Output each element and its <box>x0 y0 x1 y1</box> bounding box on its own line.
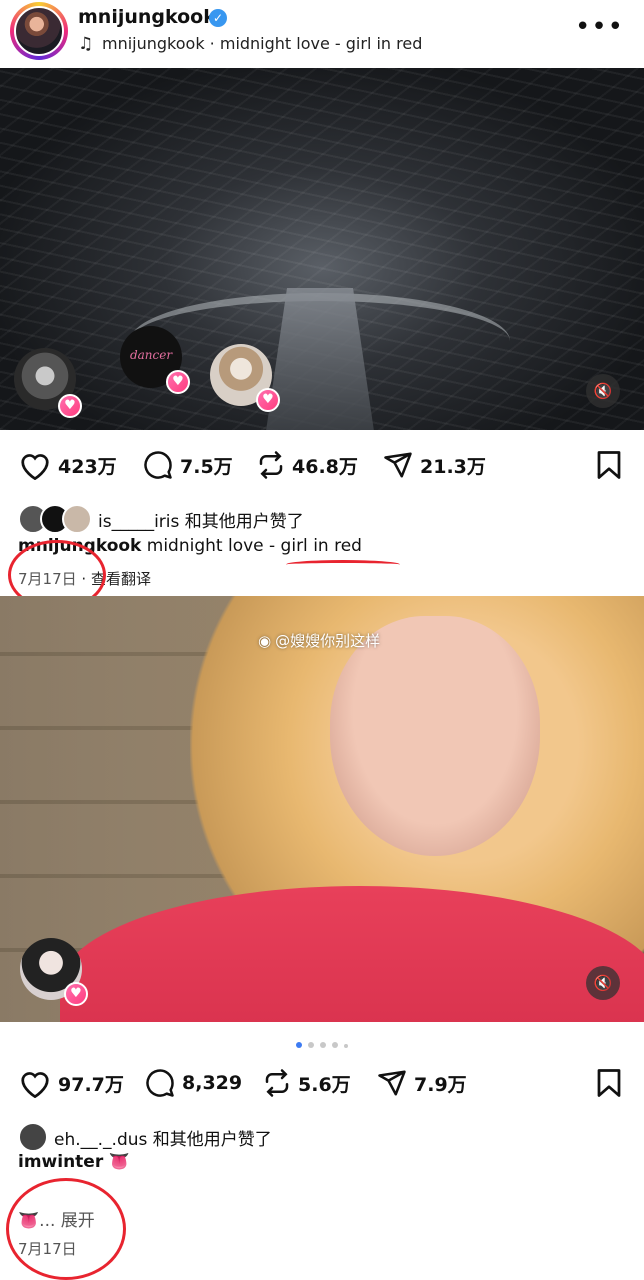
comment-button[interactable]: 8,329 <box>144 1068 242 1098</box>
mute-icon[interactable]: 🔇 <box>586 374 620 408</box>
music-note-icon: ♫ <box>78 34 94 54</box>
heart-badge-icon: ♥ <box>64 982 88 1006</box>
mute-icon[interactable]: 🔇 <box>586 966 620 1000</box>
like-button[interactable]: 423万 <box>18 450 117 480</box>
repost-button[interactable]: 46.8万 <box>256 450 358 480</box>
liker-avatar <box>62 504 92 534</box>
audio-label: mnijungkook · midnight love - girl in re… <box>102 34 423 53</box>
annotation-underline <box>286 560 400 569</box>
post2-caption: imwinter 👅 <box>18 1152 130 1172</box>
caption-text: midnight love - girl in red <box>146 536 362 556</box>
more-options-icon[interactable]: ••• <box>575 14 624 40</box>
comment-button[interactable]: 7.5万 <box>142 450 233 480</box>
post-header: mnijungkook ✓ ♫ mnijungkook · midnight lo… <box>0 0 644 66</box>
repost-button[interactable]: 5.6万 <box>262 1068 351 1098</box>
share-button[interactable]: 7.9万 <box>376 1068 467 1098</box>
liker-avatar <box>18 1122 48 1152</box>
post2-action-bar: 97.7万 8,329 5.6万 7.9万 <box>0 1064 644 1114</box>
post2-liked-by[interactable]: eh.__._.dus 和其他用户赞了 <box>18 1122 272 1152</box>
repost-count: 46.8万 <box>292 455 358 478</box>
heart-icon <box>21 1072 49 1098</box>
like-button[interactable]: 97.7万 <box>18 1068 124 1098</box>
bookmark-icon <box>597 451 621 479</box>
profile-avatar[interactable] <box>10 2 68 60</box>
story-label-dancer: dancer <box>129 348 173 362</box>
liked-by-text: eh.__._.dus 和其他用户赞了 <box>54 1129 272 1150</box>
liked-by-text: is_____iris 和其他用户赞了 <box>98 511 304 532</box>
send-icon <box>384 452 412 478</box>
heart-badge-icon: ♥ <box>166 370 190 394</box>
save-button[interactable] <box>596 1068 622 1102</box>
bookmark-icon <box>597 1069 621 1097</box>
annotation-circle <box>6 1178 126 1280</box>
tongue-emoji: 👅 <box>108 1152 130 1172</box>
post-media-1[interactable] <box>0 68 644 430</box>
heart-icon <box>21 454 49 480</box>
post1-action-bar: 423万 7.5万 46.8万 21.3万 <box>0 446 644 496</box>
share-count: 7.9万 <box>414 1073 467 1096</box>
carousel-indicator <box>0 1042 644 1048</box>
watermark: ◉ @嫂嫂你别这样 <box>258 632 381 650</box>
username[interactable]: mnijungkook <box>78 6 216 28</box>
repost-icon <box>265 1069 289 1097</box>
repost-icon <box>259 451 283 479</box>
like-count: 97.7万 <box>58 1073 124 1096</box>
comment-count: 7.5万 <box>180 455 233 478</box>
post-media-2[interactable] <box>0 596 644 1022</box>
verified-badge-icon: ✓ <box>209 9 227 27</box>
share-button[interactable]: 21.3万 <box>382 450 486 480</box>
share-count: 21.3万 <box>420 455 486 478</box>
heart-badge-icon: ♥ <box>256 388 280 412</box>
post1-liked-by[interactable]: is_____iris 和其他用户赞了 <box>18 504 304 534</box>
audio-attribution[interactable]: ♫ mnijungkook · midnight love - girl in r… <box>78 34 422 54</box>
comment-count: 8,329 <box>182 1072 243 1094</box>
save-button[interactable] <box>596 450 622 484</box>
like-count: 423万 <box>58 455 117 478</box>
caption-username[interactable]: imwinter <box>18 1152 103 1172</box>
send-icon <box>378 1070 406 1096</box>
heart-badge-icon: ♥ <box>58 394 82 418</box>
comment-icon <box>144 451 172 479</box>
repost-count: 5.6万 <box>298 1073 351 1096</box>
comment-icon <box>146 1069 174 1097</box>
